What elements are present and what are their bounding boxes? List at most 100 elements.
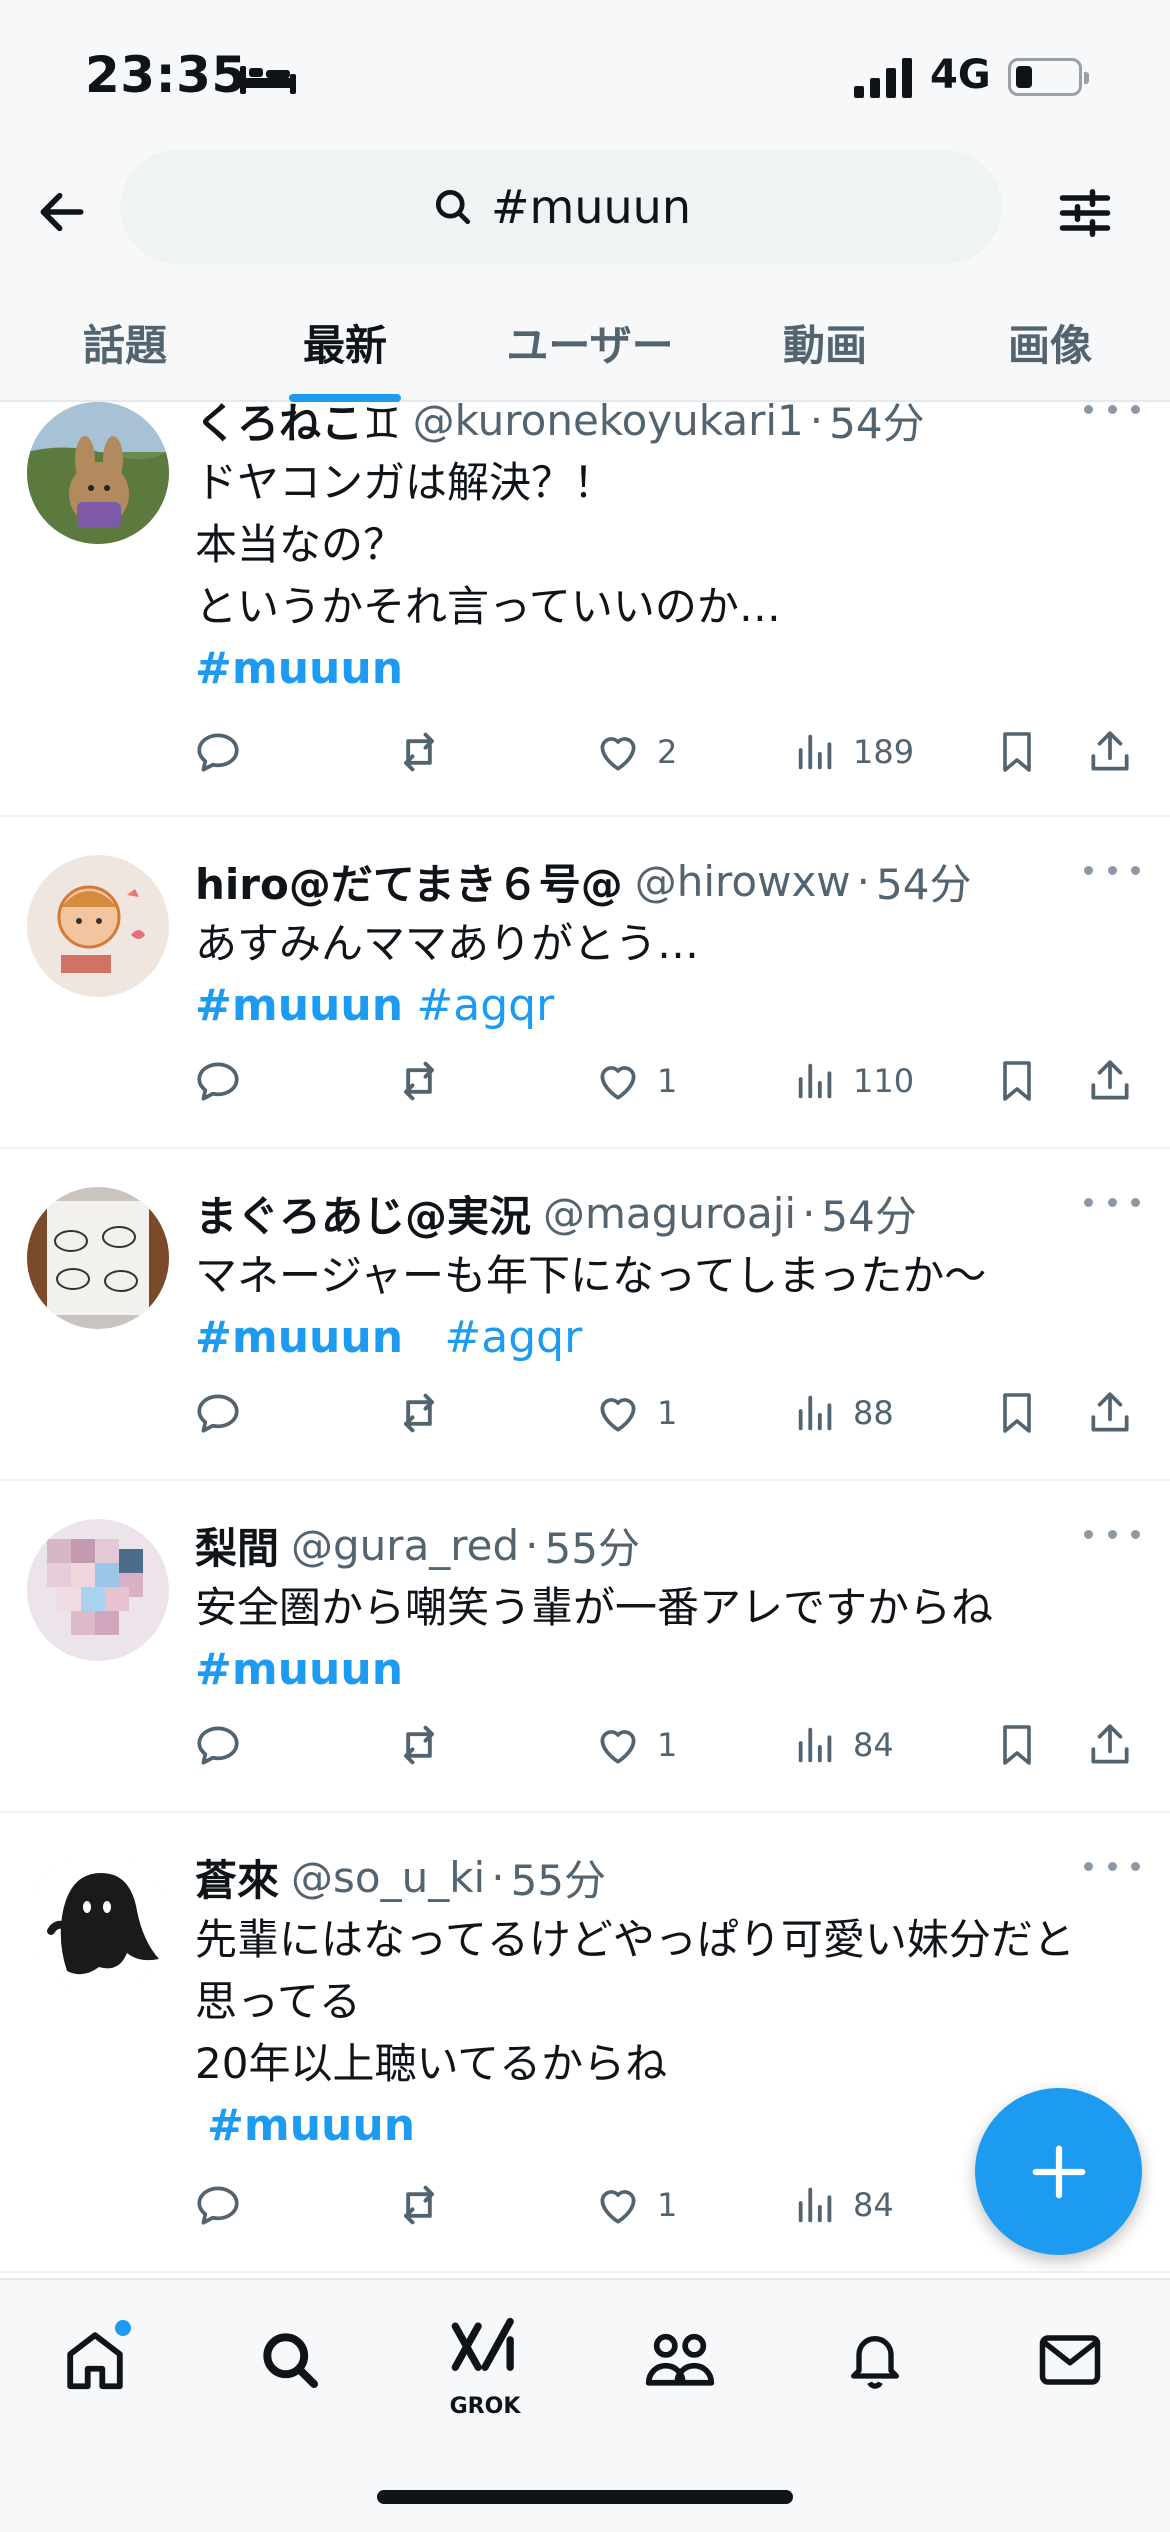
- like-button[interactable]: 2: [593, 722, 677, 782]
- avatar[interactable]: [27, 855, 169, 997]
- like-button[interactable]: 1: [593, 2175, 677, 2235]
- tweet[interactable]: hiro@だてまき６号@ @hirowxw · 54分 あすみんママありがとう……: [0, 817, 1170, 1149]
- views-chart-icon: [798, 1063, 832, 1099]
- like-button[interactable]: 1: [593, 1051, 677, 1111]
- search-tabs: 話題 最新 ユーザー 動画 画像: [0, 300, 1170, 402]
- display-name[interactable]: 梨間: [195, 1515, 279, 1576]
- avatar[interactable]: [27, 1851, 169, 1993]
- user-handle[interactable]: @maguroaji: [543, 1189, 796, 1238]
- share-button[interactable]: [1085, 1383, 1135, 1443]
- share-button[interactable]: [1085, 1715, 1135, 1775]
- repost-button[interactable]: [393, 1715, 445, 1775]
- avatar[interactable]: [27, 1187, 169, 1329]
- repost-button[interactable]: [393, 1051, 445, 1111]
- nav-communities[interactable]: [630, 2310, 730, 2410]
- communities-icon: [645, 2333, 715, 2386]
- views-button[interactable]: 88: [793, 1383, 894, 1443]
- user-handle[interactable]: @gura_red: [291, 1521, 519, 1570]
- user-handle[interactable]: @kuronekoyukari1: [413, 396, 804, 445]
- views-chart-icon: [798, 734, 832, 770]
- tweet-time[interactable]: 54分: [876, 851, 971, 912]
- hashtag-link[interactable]: #muuun: [195, 1312, 403, 1363]
- avatar[interactable]: [27, 402, 169, 544]
- bookmark-button[interactable]: [993, 722, 1041, 782]
- tweet[interactable]: 梨間 @gura_red · 55分 安全圏から嘲笑う輩が一番アレですからね #…: [0, 1481, 1170, 1813]
- tab-images[interactable]: 画像: [975, 300, 1125, 402]
- bed-icon: [240, 66, 296, 94]
- display-name[interactable]: 蒼來: [195, 1847, 279, 1908]
- bookmark-button[interactable]: [993, 1051, 1041, 1111]
- search-filter-button[interactable]: [1050, 178, 1120, 248]
- share-button[interactable]: [1085, 722, 1135, 782]
- status-bar: 23:35 4G: [0, 0, 1170, 150]
- more-options-button[interactable]: [1084, 1851, 1140, 1881]
- display-name[interactable]: くろねこ♊: [195, 390, 401, 451]
- display-name[interactable]: まぐろあじ@実況: [195, 1183, 531, 1244]
- more-options-button[interactable]: [1084, 855, 1140, 885]
- tab-trending[interactable]: 話題: [50, 300, 200, 402]
- tweet[interactable]: まぐろあじ@実況 @maguroaji · 54分 マネージャーも年下になってし…: [0, 1149, 1170, 1481]
- tweet-header: くろねこ♊ @kuronekoyukari1 · 54分: [195, 390, 925, 451]
- avatar[interactable]: [27, 1519, 169, 1661]
- views-chart-icon: [798, 1727, 832, 1763]
- like-count: 1: [657, 1726, 678, 1764]
- hashtag-link[interactable]: #agqr: [444, 1312, 582, 1363]
- tab-label: ユーザー: [506, 321, 674, 370]
- reply-button[interactable]: [193, 1715, 243, 1775]
- tweet-time[interactable]: 55分: [545, 1515, 640, 1576]
- tweet-actions: 1 88: [193, 1383, 1143, 1443]
- like-button[interactable]: 1: [593, 1715, 677, 1775]
- status-time: 23:35: [85, 46, 247, 104]
- share-button[interactable]: [1085, 1051, 1135, 1111]
- nav-grok[interactable]: GROK: [435, 2310, 535, 2419]
- back-button[interactable]: [28, 178, 96, 246]
- share-icon: [1091, 1060, 1129, 1100]
- search-input[interactable]: #muuun: [120, 150, 1002, 264]
- views-button[interactable]: 84: [793, 1715, 894, 1775]
- nav-notifications[interactable]: [825, 2310, 925, 2410]
- bookmark-icon: [1003, 1393, 1031, 1433]
- hashtag-link[interactable]: #muuun: [195, 1644, 403, 1695]
- reply-button[interactable]: [193, 722, 243, 782]
- tab-latest[interactable]: 最新: [270, 300, 420, 402]
- hashtag-link[interactable]: #muuun: [195, 980, 403, 1031]
- reply-icon: [197, 733, 239, 772]
- reply-button[interactable]: [193, 2175, 243, 2235]
- tweet-actions: 2 189: [193, 722, 1143, 782]
- user-handle[interactable]: @hirowxw: [635, 857, 851, 906]
- search-header: #muuun 話題 最新 ユーザー 動画 画像: [0, 150, 1170, 402]
- nav-home[interactable]: [45, 2310, 145, 2410]
- reply-button[interactable]: [193, 1051, 243, 1111]
- tweet-time[interactable]: 54分: [821, 1183, 916, 1244]
- views-button[interactable]: 110: [793, 1051, 914, 1111]
- hashtag-link[interactable]: #muuun: [207, 2100, 415, 2151]
- nav-messages[interactable]: [1020, 2310, 1120, 2410]
- repost-button[interactable]: [393, 722, 445, 782]
- hashtag-link[interactable]: #muuun: [195, 643, 403, 694]
- tab-users[interactable]: ユーザー: [480, 300, 700, 402]
- compose-button[interactable]: [975, 2088, 1142, 2255]
- bookmark-button[interactable]: [993, 1383, 1041, 1443]
- tweet-time[interactable]: 54分: [829, 390, 924, 451]
- views-button[interactable]: 84: [793, 2175, 894, 2235]
- nav-search[interactable]: [240, 2310, 340, 2410]
- repost-button[interactable]: [393, 1383, 445, 1443]
- tab-videos[interactable]: 動画: [750, 300, 900, 402]
- views-button[interactable]: 189: [793, 722, 914, 782]
- home-indicator[interactable]: [377, 2490, 793, 2504]
- reply-icon: [197, 2186, 239, 2225]
- user-handle[interactable]: @so_u_ki: [291, 1853, 485, 1902]
- like-button[interactable]: 1: [593, 1383, 677, 1443]
- tweet[interactable]: くろねこ♊ @kuronekoyukari1 · 54分 ドヤコンガは解決？！ …: [0, 396, 1170, 817]
- filter-sliders-icon: [1059, 189, 1111, 237]
- hashtag-link[interactable]: #agqr: [416, 980, 554, 1031]
- more-options-button[interactable]: [1084, 1519, 1140, 1549]
- more-options-button[interactable]: [1084, 1187, 1140, 1217]
- more-options-button[interactable]: [1084, 394, 1140, 424]
- reply-button[interactable]: [193, 1383, 243, 1443]
- repost-button[interactable]: [393, 2175, 445, 2235]
- display-name[interactable]: hiro@だてまき６号@: [195, 851, 623, 912]
- bookmark-button[interactable]: [993, 1715, 1041, 1775]
- battery-icon: [1008, 58, 1089, 96]
- tweet-time[interactable]: 55分: [511, 1847, 606, 1908]
